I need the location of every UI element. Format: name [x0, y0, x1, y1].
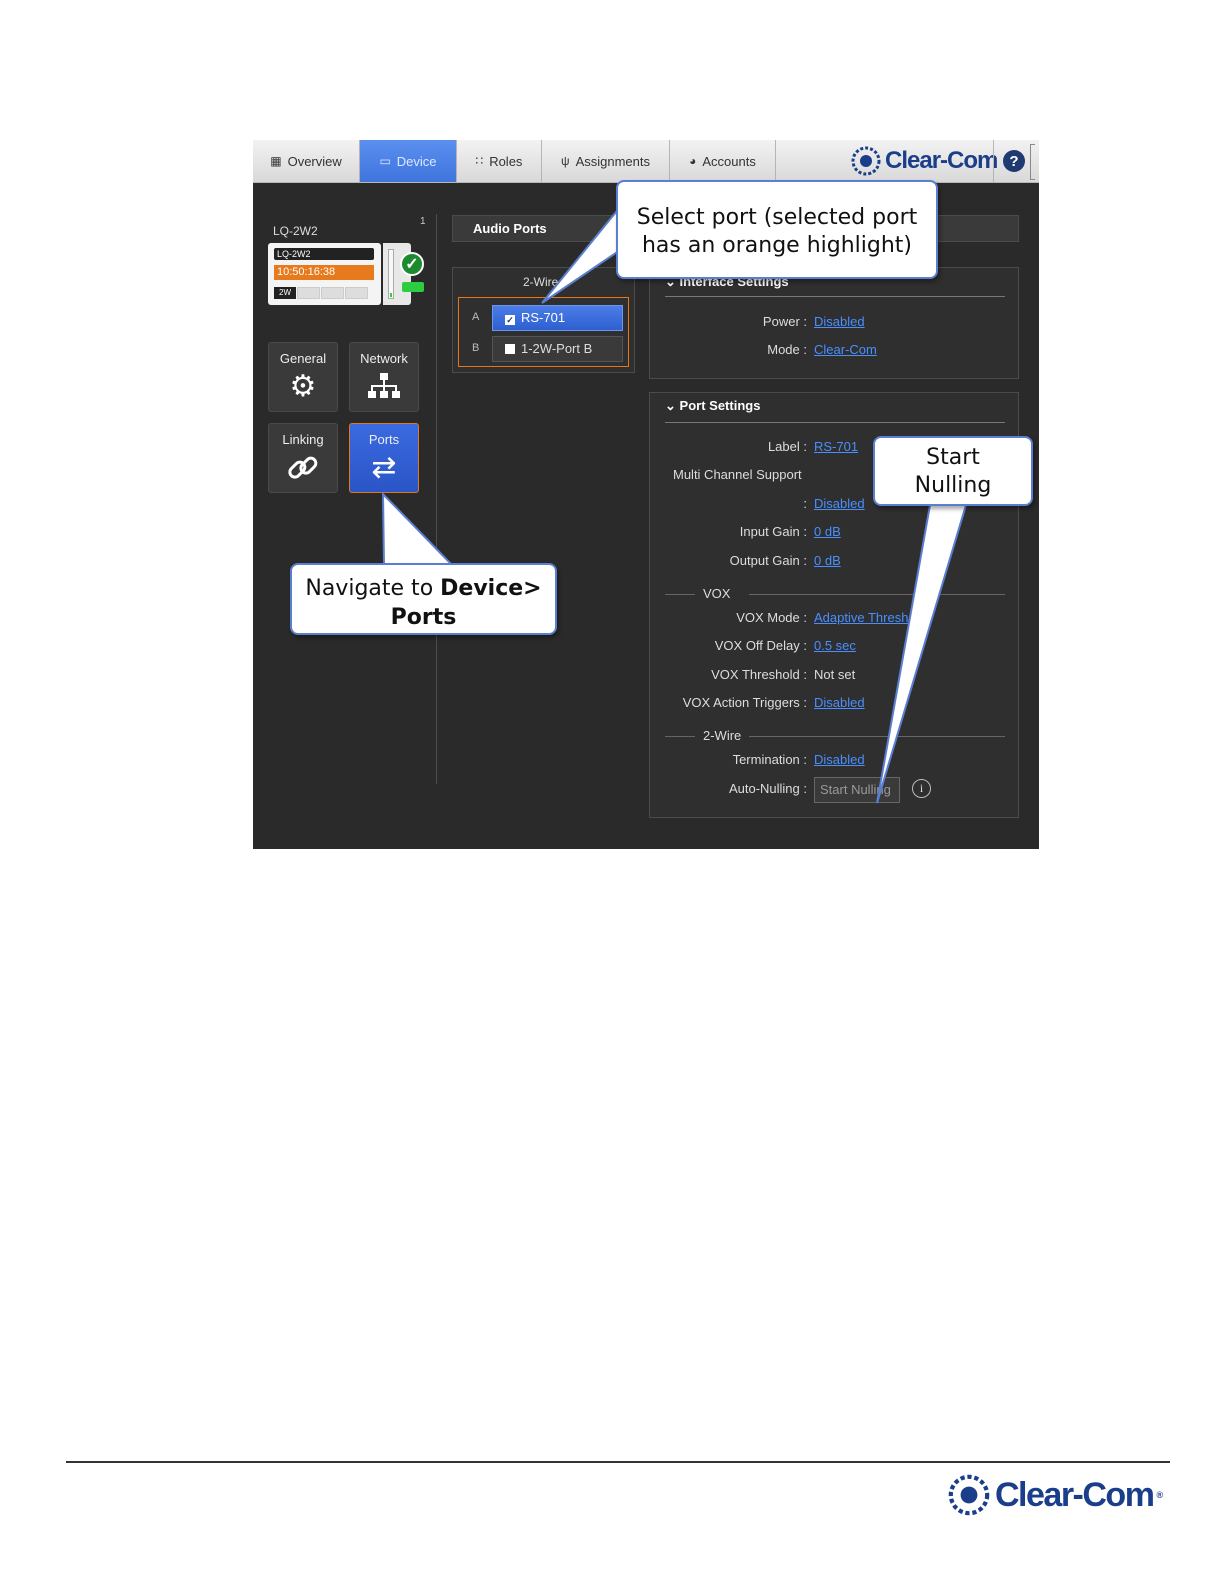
- device-slot: [297, 287, 320, 299]
- connection-icon: [402, 282, 424, 292]
- tile-ports[interactable]: Ports ⇄: [349, 423, 419, 493]
- gear-icon: ⚙: [289, 370, 317, 403]
- level-meter: [388, 249, 394, 299]
- vox-section-divider: VOX: [665, 586, 1005, 601]
- clearcom-logo-icon: [851, 146, 881, 176]
- mode-value-link[interactable]: Clear-Com: [814, 342, 877, 357]
- port-list: 2-Wire A ✓ RS-701 B 1-2W-Port B: [452, 267, 635, 373]
- termination-link[interactable]: Disabled: [814, 752, 865, 767]
- network-icon: [368, 373, 400, 398]
- device-slot: [321, 287, 344, 299]
- vox-triggers-row: VOX Action Triggers : Disabled: [682, 695, 865, 710]
- interface-settings-panel: ⌄ Interface Settings Power : Disabled Mo…: [649, 267, 1019, 379]
- checkbox-unchecked[interactable]: [505, 344, 515, 354]
- column-divider: [436, 214, 437, 784]
- swap-arrows-icon: ⇄: [371, 451, 397, 484]
- tab-accounts[interactable]: ◕ Accounts: [670, 140, 776, 182]
- termination-row: Termination : Disabled: [732, 752, 865, 767]
- link-icon: [288, 456, 318, 479]
- tab-overview[interactable]: ▦ Overview: [253, 140, 360, 182]
- port-row-a: A ✓ RS-701: [459, 305, 628, 331]
- device-card[interactable]: LQ-2W2 10:50:16:38 2W: [268, 243, 381, 305]
- power-row: Power : Disabled: [762, 314, 865, 329]
- globe-icon: ◕: [689, 154, 697, 168]
- top-nav: ▦ Overview ▭ Device ∷ Roles ψ Assignment…: [253, 140, 1039, 183]
- tile-general[interactable]: General ⚙: [268, 342, 338, 412]
- port-group-label: 2-Wire: [523, 275, 559, 289]
- mode-row: Mode : Clear-Com: [767, 342, 877, 357]
- label-value-link[interactable]: RS-701: [814, 439, 858, 454]
- antenna-icon: ψ: [561, 154, 570, 168]
- vox-off-delay-row: VOX Off Delay : 0.5 sec: [714, 638, 856, 653]
- output-gain-row: Output Gain : 0 dB: [729, 553, 841, 568]
- grid-icon: ▦: [270, 154, 282, 168]
- callout-navigate: Navigate to Device> Ports: [290, 563, 557, 635]
- device-icon: ▭: [379, 154, 391, 168]
- tile-linking[interactable]: Linking: [268, 423, 338, 493]
- info-icon[interactable]: i: [912, 779, 931, 798]
- device-name: LQ-2W2: [273, 224, 318, 238]
- port-selection-highlight: A ✓ RS-701 B 1-2W-Port B: [458, 297, 629, 367]
- device-card-label: LQ-2W2: [274, 248, 374, 260]
- port-button-a[interactable]: ✓ RS-701: [492, 305, 623, 331]
- check-icon: ✓: [400, 252, 424, 276]
- brand-logo: Clear-Com: [851, 146, 998, 176]
- tab-assignments[interactable]: ψ Assignments: [542, 140, 670, 182]
- port-row-b: B 1-2W-Port B: [459, 336, 628, 362]
- tile-network[interactable]: Network: [349, 342, 419, 412]
- port-settings-header[interactable]: ⌄ Port Settings: [665, 398, 1005, 423]
- tabbar-edge: [1030, 144, 1035, 180]
- footer-divider: [66, 1461, 1170, 1463]
- power-value-link[interactable]: Disabled: [814, 314, 865, 329]
- footer-logo: Clear-Com ®: [948, 1474, 1163, 1516]
- clearcom-logo-icon: [948, 1474, 990, 1516]
- callout-start-nulling: Start Nulling: [873, 436, 1033, 506]
- vox-threshold-value: Not set: [814, 667, 856, 682]
- vox-mode-row: VOX Mode : Adaptive Thresh: [736, 610, 909, 625]
- input-gain-link[interactable]: 0 dB: [814, 524, 841, 539]
- tabbar-divider: [993, 140, 994, 182]
- device-time: 10:50:16:38: [274, 265, 374, 280]
- multi-channel-value-link[interactable]: Disabled: [814, 496, 865, 511]
- people-icon: ∷: [475, 154, 484, 168]
- checkbox-checked[interactable]: ✓: [505, 315, 515, 325]
- tab-roles[interactable]: ∷ Roles: [457, 140, 542, 182]
- start-nulling-button[interactable]: Start Nulling: [814, 777, 900, 803]
- device-number: 1: [420, 216, 426, 227]
- twowire-section-divider: 2-Wire: [665, 728, 1005, 743]
- vox-triggers-link[interactable]: Disabled: [814, 695, 865, 710]
- tab-device[interactable]: ▭ Device: [360, 140, 457, 182]
- help-button[interactable]: ?: [1003, 150, 1025, 172]
- output-gain-link[interactable]: 0 dB: [814, 553, 841, 568]
- device-type-badge: 2W: [274, 287, 296, 299]
- vox-threshold-row: VOX Threshold : Not set: [711, 667, 856, 682]
- device-slot: [345, 287, 368, 299]
- vox-mode-link[interactable]: Adaptive Thresh: [814, 610, 908, 625]
- port-button-b[interactable]: 1-2W-Port B: [492, 336, 623, 362]
- chevron-down-icon: ⌄: [665, 398, 676, 413]
- callout-select-port: Select port (selected port has an orange…: [616, 180, 938, 279]
- vox-off-delay-link[interactable]: 0.5 sec: [814, 638, 856, 653]
- input-gain-row: Input Gain : 0 dB: [739, 524, 841, 539]
